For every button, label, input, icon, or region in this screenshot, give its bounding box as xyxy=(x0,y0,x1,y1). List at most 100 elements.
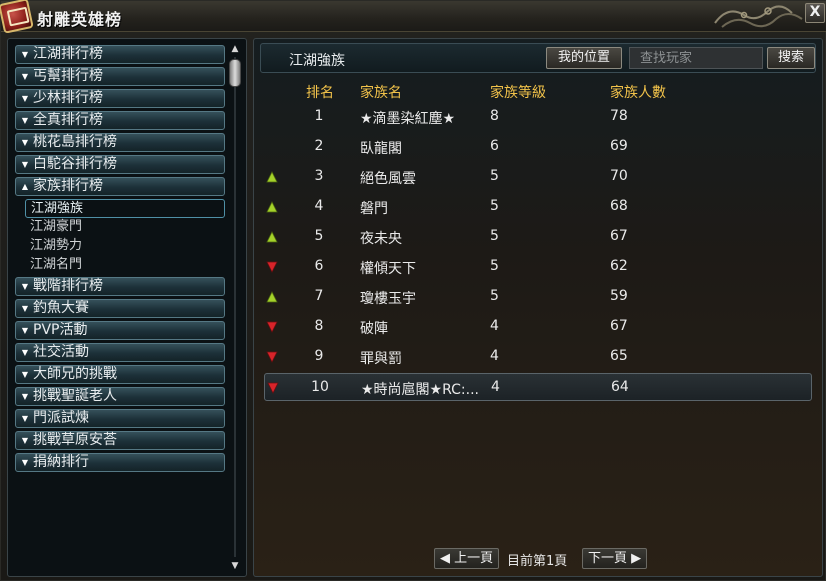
rank-cell: 6 xyxy=(314,258,324,274)
search-player-input[interactable] xyxy=(629,47,763,69)
scroll-thumb[interactable] xyxy=(229,59,241,87)
category-item[interactable]: ▼ 戰階排行榜 xyxy=(15,277,225,296)
table-row[interactable]: 9 罪與罰 4 65 xyxy=(264,343,812,371)
subcategory-item[interactable]: 江湖勢力 xyxy=(25,237,225,256)
family-level-cell: 5 xyxy=(490,198,499,214)
category-item[interactable]: ▼ 門派試煉 xyxy=(15,409,225,428)
scroll-track[interactable] xyxy=(234,57,236,557)
expand-arrow-icon: ▼ xyxy=(21,370,29,379)
category-label: 社交活動 xyxy=(33,344,89,360)
prev-page-button[interactable]: ◀ 上一頁 xyxy=(434,548,500,569)
table-row[interactable]: 6 權傾天下 5 62 xyxy=(264,253,812,281)
category-label: 大師兄的挑戰 xyxy=(33,366,117,382)
category-label: 全真排行榜 xyxy=(33,112,103,128)
rank-cell: 2 xyxy=(314,138,324,154)
category-label: 江湖排行榜 xyxy=(33,46,103,62)
rank-cell: 3 xyxy=(314,168,324,184)
category-label: 門派試煉 xyxy=(33,410,89,426)
family-level-cell: 5 xyxy=(490,168,499,184)
family-name-cell: 權傾天下 xyxy=(360,261,416,277)
close-button[interactable]: X xyxy=(805,3,825,23)
scroll-down-arrow-icon[interactable]: ▼ xyxy=(229,560,241,572)
column-header-level: 家族等級 xyxy=(490,85,546,101)
category-label: 少林排行榜 xyxy=(33,90,103,106)
table-row[interactable]: 10 ★時尚扈閣★RC:... 4 64 xyxy=(264,373,812,401)
next-page-label: 下一頁 xyxy=(588,551,628,566)
expand-arrow-icon: ▼ xyxy=(21,94,29,103)
expand-arrow-icon: ▼ xyxy=(21,282,29,291)
category-label: 戰階排行榜 xyxy=(33,278,103,294)
category-item[interactable]: ▼ 社交活動 xyxy=(15,343,225,362)
search-button[interactable]: 搜索 xyxy=(767,47,815,69)
family-members-cell: 65 xyxy=(610,348,628,364)
current-page-text: 目前第1頁 xyxy=(507,554,568,569)
category-item[interactable]: ▼ 丐幫排行榜 xyxy=(15,67,225,86)
prev-page-arrow-icon: ◀ xyxy=(440,551,450,566)
window-title: 射雕英雄榜 xyxy=(37,10,123,29)
expand-arrow-icon: ▼ xyxy=(21,458,29,467)
table-row[interactable]: 5 夜未央 5 67 xyxy=(264,223,812,251)
family-name-cell: 瓊樓玉宇 xyxy=(360,291,416,307)
family-name-cell: 磐門 xyxy=(360,201,388,217)
expand-arrow-icon: ▼ xyxy=(21,348,29,357)
table-row[interactable]: 3 絕色風雲 5 70 xyxy=(264,163,812,191)
expand-arrow-icon: ▼ xyxy=(21,436,29,445)
category-item[interactable]: ▼ 大師兄的挑戰 xyxy=(15,365,225,384)
category-item[interactable]: ▼ 捐納排行 xyxy=(15,453,225,472)
family-members-cell: 59 xyxy=(610,288,628,304)
title-bar[interactable]: 射雕英雄榜 X xyxy=(0,0,826,34)
category-item[interactable]: ▼ 全真排行榜 xyxy=(15,111,225,130)
family-name-cell: 破陣 xyxy=(360,321,388,337)
family-name-cell: 臥龍閣 xyxy=(360,141,402,157)
category-item[interactable]: ▼ 挑戰草原安荅 xyxy=(15,431,225,450)
ranking-window: 射雕英雄榜 X ▼ 江湖排行榜 ▼ 丐幫排行榜 ▼ 少林排行榜 ▼ 全真排行榜 ▼ 桃花島排行榜 ▼… xyxy=(0,0,826,581)
expand-arrow-icon: ▼ xyxy=(21,326,29,335)
family-level-cell: 4 xyxy=(491,379,500,395)
table-row[interactable]: 8 破陣 4 67 xyxy=(264,313,812,341)
subcategory-item[interactable]: 江湖豪門 xyxy=(25,218,225,237)
subcategory-item[interactable]: 江湖強族 xyxy=(25,199,225,218)
collapse-arrow-icon: ▲ xyxy=(21,182,29,191)
category-item[interactable]: ▼ PVP活動 xyxy=(15,321,225,340)
family-name-cell: 罪與罰 xyxy=(360,351,402,367)
next-page-button[interactable]: 下一頁 ▶ xyxy=(582,548,648,569)
scroll-up-arrow-icon[interactable]: ▲ xyxy=(229,43,241,55)
category-item[interactable]: ▼ 挑戰聖誕老人 xyxy=(15,387,225,406)
category-item[interactable]: ▼ 桃花島排行榜 xyxy=(15,133,225,152)
column-header-name: 家族名 xyxy=(360,85,402,101)
rank-cell: 8 xyxy=(314,318,324,334)
family-name-cell: 絕色風雲 xyxy=(360,171,416,187)
category-label: 桃花島排行榜 xyxy=(33,134,117,150)
cloud-ornament-icon xyxy=(714,5,803,28)
category-item[interactable]: ▲ 家族排行榜 xyxy=(15,177,225,196)
category-item[interactable]: ▼ 釣魚大賽 xyxy=(15,299,225,318)
family-members-cell: 70 xyxy=(610,168,628,184)
subcategory-item[interactable]: 江湖名門 xyxy=(25,256,225,275)
table-row[interactable]: 2 臥龍閣 6 69 xyxy=(264,133,812,161)
table-row[interactable]: 7 瓊樓玉宇 5 59 xyxy=(264,283,812,311)
family-level-cell: 5 xyxy=(490,288,499,304)
category-scrollbar[interactable]: ▲ ▼ xyxy=(229,43,241,572)
family-members-cell: 68 xyxy=(610,198,628,214)
family-level-cell: 4 xyxy=(490,348,499,364)
family-level-cell: 4 xyxy=(490,318,499,334)
category-label: 釣魚大賽 xyxy=(33,300,89,316)
category-label: 白駝谷排行榜 xyxy=(33,156,117,172)
rank-cell: 10 xyxy=(311,379,329,395)
rank-cell: 9 xyxy=(314,348,324,364)
category-menu: ▼ 江湖排行榜 ▼ 丐幫排行榜 ▼ 少林排行榜 ▼ 全真排行榜 ▼ 桃花島排行榜 ▼ 白駝谷排行榜 ▲ 家… xyxy=(15,43,225,475)
table-row[interactable]: 1 ★滴墨染紅塵★ 8 78 xyxy=(264,103,812,131)
my-position-button[interactable]: 我的位置 xyxy=(546,47,622,69)
table-row[interactable]: 4 磐門 5 68 xyxy=(264,193,812,221)
family-level-cell: 5 xyxy=(490,258,499,274)
category-label: 家族排行榜 xyxy=(33,178,103,194)
expand-arrow-icon: ▼ xyxy=(21,138,29,147)
expand-arrow-icon: ▼ xyxy=(21,414,29,423)
category-item[interactable]: ▼ 江湖排行榜 xyxy=(15,45,225,64)
family-name-cell: ★滴墨染紅塵★ xyxy=(360,111,456,127)
family-level-cell: 6 xyxy=(490,138,499,154)
category-item[interactable]: ▼ 少林排行榜 xyxy=(15,89,225,108)
category-label: 挑戰草原安荅 xyxy=(33,432,117,448)
category-item[interactable]: ▼ 白駝谷排行榜 xyxy=(15,155,225,174)
family-members-cell: 67 xyxy=(610,318,628,334)
